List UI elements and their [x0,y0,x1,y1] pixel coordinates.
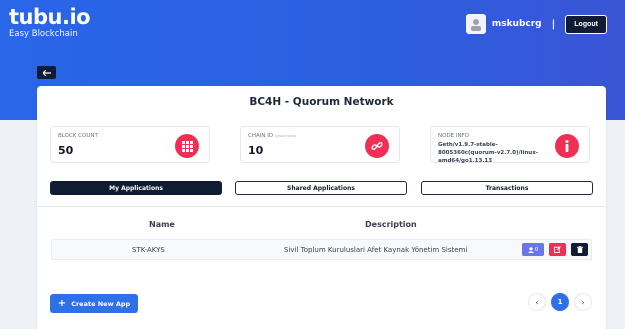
app-description: Sivil Toplum Kuruluslari Afet Kaynak Yön… [284,246,468,254]
stat-value: 50 [58,144,74,157]
users-button[interactable]: 0 [522,243,544,256]
avatar[interactable] [465,14,486,34]
back-button[interactable] [37,66,56,79]
network-card: BC4H - Quorum Network BLOCK COUNT 50 CHA… [37,86,606,329]
stat-label: BLOCK COUNT [58,133,98,139]
user-count: 0 [534,246,539,253]
logout-button[interactable]: Logout [565,14,607,34]
user-avatar-icon [470,19,481,31]
brand-logo[interactable]: tubu.io [9,7,91,28]
stat-label: CHAIN ID (CHAIN HASH) [248,133,296,139]
stat-value: Geth/v1.9.7-stable-8005360c(quorum-v2.7.… [438,142,539,164]
arrow-left-icon [42,69,51,76]
grid-icon [175,134,199,158]
tab-transactions[interactable]: Transactions [421,181,593,195]
edit-button[interactable] [549,243,566,256]
chevron-right-icon[interactable]: › [574,293,592,311]
brand-tagline: Easy Blockchain [9,29,78,39]
app-name: STK-AKYS [132,246,165,254]
info-icon [555,134,579,158]
stat-chain-id: CHAIN ID (CHAIN HASH) 10 [240,126,400,163]
create-new-app-button[interactable]: + Create New App [50,294,138,313]
page-number[interactable]: 1 [551,293,569,311]
trash-icon [576,246,583,253]
stat-block-count: BLOCK COUNT 50 [50,126,210,163]
row-actions: 0 [522,243,588,256]
link-icon [365,134,389,158]
stat-sublabel: (CHAIN HASH) [274,134,297,138]
tab-my-applications[interactable]: My Applications [50,181,222,195]
create-label: Create New App [71,299,131,308]
column-header-description: Description [365,220,417,229]
username[interactable]: mskubcrg [492,19,542,29]
page-title: BC4H - Quorum Network [249,96,394,108]
user-bar: mskubcrg | Logout [465,13,607,35]
brand[interactable]: tubu.io Easy Blockchain [9,7,91,40]
delete-button[interactable] [571,243,588,256]
plus-icon: + [57,297,67,309]
user-icon [527,246,534,253]
stat-value: 10 [248,144,264,157]
column-header-name: Name [149,220,175,229]
stat-node-info: NODE INFO Geth/v1.9.7-stable-8005360c(qu… [430,126,590,164]
edit-icon [554,246,561,253]
divider [37,206,606,207]
user-separator: | [551,18,556,30]
stat-label: NODE INFO [438,133,470,139]
table-row[interactable]: STK-AKYS Sivil Toplum Kuruluslari Afet K… [51,239,592,260]
pagination: ‹ 1 › [528,293,592,311]
chevron-left-icon[interactable]: ‹ [528,293,546,311]
tab-shared-applications[interactable]: Shared Applications [235,181,407,195]
stat-label-text: CHAIN ID [248,133,274,139]
